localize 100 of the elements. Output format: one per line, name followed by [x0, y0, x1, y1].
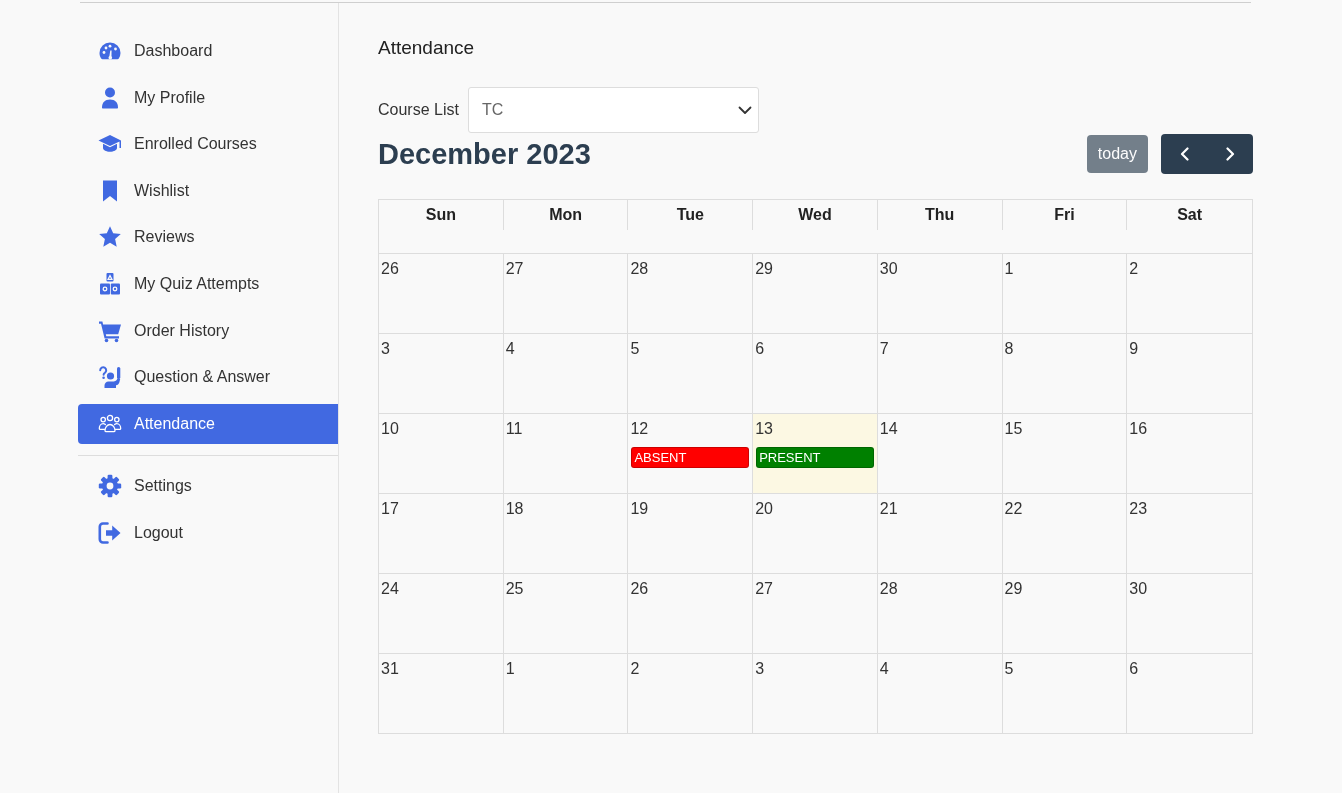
- course-select[interactable]: TC: [468, 87, 759, 133]
- day-number: 5: [1003, 659, 1014, 679]
- day-number: 16: [1128, 419, 1148, 439]
- day-number: 27: [754, 579, 773, 599]
- calendar-day-cell[interactable]: 10: [379, 414, 504, 493]
- calendar-day-cell[interactable]: 27: [503, 254, 629, 333]
- calendar-day-cell[interactable]: 22: [1002, 494, 1128, 573]
- calendar-day-cell[interactable]: 21: [877, 494, 1003, 573]
- day-number: 21: [878, 499, 898, 519]
- day-number: 4: [878, 659, 889, 679]
- weekday-header: Sun: [379, 200, 504, 230]
- sidebar-item[interactable]: My Quiz Attempts: [78, 263, 338, 304]
- day-number: 12: [629, 419, 649, 439]
- calendar-day-cell[interactable]: 30: [1127, 574, 1252, 653]
- sidebar-item[interactable]: Enrolled Courses: [78, 124, 338, 165]
- day-number: 27: [504, 259, 524, 279]
- day-number: 2: [1128, 259, 1139, 279]
- calendar-day-cell[interactable]: 26: [628, 574, 754, 653]
- chevron-left-icon: [1179, 147, 1189, 161]
- weekday-header: Tue: [628, 200, 754, 230]
- calendar-day-cell[interactable]: 19: [628, 494, 754, 573]
- weekday-header: Wed: [753, 200, 878, 230]
- sidebar-item[interactable]: Settings: [78, 465, 338, 506]
- calendar-day-cell[interactable]: 31: [379, 654, 504, 733]
- calendar-day-cell[interactable]: 3: [379, 334, 504, 413]
- calendar-day-cell[interactable]: 25: [503, 574, 629, 653]
- calendar-day-cell[interactable]: 26: [379, 254, 504, 333]
- calendar-day-cell[interactable]: 29: [753, 254, 878, 333]
- settings-icon: [98, 473, 122, 498]
- sidebar-item[interactable]: Order History: [78, 310, 338, 351]
- calendar-day-cell[interactable]: 18: [503, 494, 629, 573]
- calendar-day-cell[interactable]: 1: [1002, 254, 1128, 333]
- sidebar-item[interactable]: Question & Answer: [78, 357, 338, 398]
- attendance-event[interactable]: PRESENT: [756, 447, 874, 468]
- star-icon: [98, 225, 122, 250]
- calendar-day-cell[interactable]: 30: [877, 254, 1003, 333]
- day-number: 25: [504, 579, 524, 599]
- field-label: Course List: [378, 100, 460, 120]
- calendar-day-cell[interactable]: 1: [503, 654, 629, 733]
- calendar-day-cell[interactable]: 9: [1127, 334, 1252, 413]
- sidebar-item[interactable]: Reviews: [78, 217, 338, 258]
- calendar-day-cell[interactable]: 8: [1002, 334, 1128, 413]
- day-number: 18: [504, 499, 524, 519]
- weekday-header: Sat: [1176, 205, 1204, 225]
- previous-button[interactable]: [1161, 134, 1207, 174]
- day-number: 29: [754, 259, 773, 279]
- day-number: 6: [754, 339, 765, 359]
- calendar-title: December 2023: [378, 137, 591, 172]
- day-number: 6: [1128, 659, 1139, 679]
- day-number: 14: [878, 419, 898, 439]
- sidebar-item[interactable]: Dashboard: [78, 31, 338, 71]
- day-number: 19: [629, 499, 649, 519]
- logout-icon: [98, 520, 122, 545]
- calendar-day-cell[interactable]: 29: [1002, 574, 1128, 653]
- day-number: 28: [629, 259, 649, 279]
- day-number: 8: [1003, 339, 1014, 359]
- calendar-day-cell[interactable]: 2: [1127, 254, 1252, 333]
- day-number: 9: [1128, 339, 1139, 359]
- sidebar-item[interactable]: Wishlist: [78, 170, 338, 211]
- calendar-day-cell[interactable]: 20: [753, 494, 878, 573]
- day-number: 28: [878, 579, 898, 599]
- day-number: 31: [380, 659, 399, 679]
- calendar-day-cell[interactable]: 27: [753, 574, 878, 653]
- calendar-day-cell[interactable]: 28: [877, 574, 1003, 653]
- calendar-day-cell[interactable]: 2: [628, 654, 754, 733]
- calendar-day-cell[interactable]: 14: [877, 414, 1003, 493]
- sidebar-item[interactable]: Logout: [78, 512, 338, 553]
- calendar-day-cell[interactable]: 6: [753, 334, 878, 413]
- calendar-day-cell[interactable]: 24: [379, 574, 504, 653]
- day-number: 29: [1003, 579, 1023, 599]
- next-button[interactable]: [1207, 134, 1253, 174]
- calendar-day-cell[interactable]: 16: [1127, 414, 1252, 493]
- day-number: 11: [504, 419, 523, 439]
- day-number: 7: [878, 339, 889, 359]
- day-number: 5: [629, 339, 640, 359]
- day-number: 23: [1128, 499, 1148, 519]
- calendar-day-cell[interactable]: 13 PRESENT: [753, 414, 878, 493]
- calendar-day-cell[interactable]: 4: [877, 654, 1003, 733]
- calendar-day-cell[interactable]: 6: [1127, 654, 1252, 733]
- day-number: 1: [504, 659, 515, 679]
- attendance-event[interactable]: ABSENT: [631, 447, 750, 468]
- chevron-down-icon: [738, 105, 752, 115]
- calendar-day-cell[interactable]: 7: [877, 334, 1003, 413]
- page-title: Attendance: [378, 36, 475, 60]
- calendar-day-cell[interactable]: 4: [503, 334, 629, 413]
- calendar-day-cell[interactable]: 17: [379, 494, 504, 573]
- day-number: 15: [1003, 419, 1023, 439]
- calendar-day-cell[interactable]: 12 ABSENT: [628, 414, 754, 493]
- calendar-day-cell[interactable]: 5: [1002, 654, 1128, 733]
- calendar-day-cell[interactable]: 3: [753, 654, 878, 733]
- calendar-day-cell[interactable]: 11: [503, 414, 629, 493]
- chevron-right-icon: [1225, 147, 1235, 161]
- calendar-day-cell[interactable]: 23: [1127, 494, 1252, 573]
- sidebar-item[interactable]: Attendance: [78, 403, 338, 444]
- day-number: 3: [754, 659, 765, 679]
- calendar-day-cell[interactable]: 28: [628, 254, 754, 333]
- calendar-day-cell[interactable]: 15: [1002, 414, 1128, 493]
- sidebar-item[interactable]: My Profile: [78, 77, 338, 118]
- calendar-day-cell[interactable]: 5: [628, 334, 754, 413]
- day-number: 17: [380, 499, 399, 519]
